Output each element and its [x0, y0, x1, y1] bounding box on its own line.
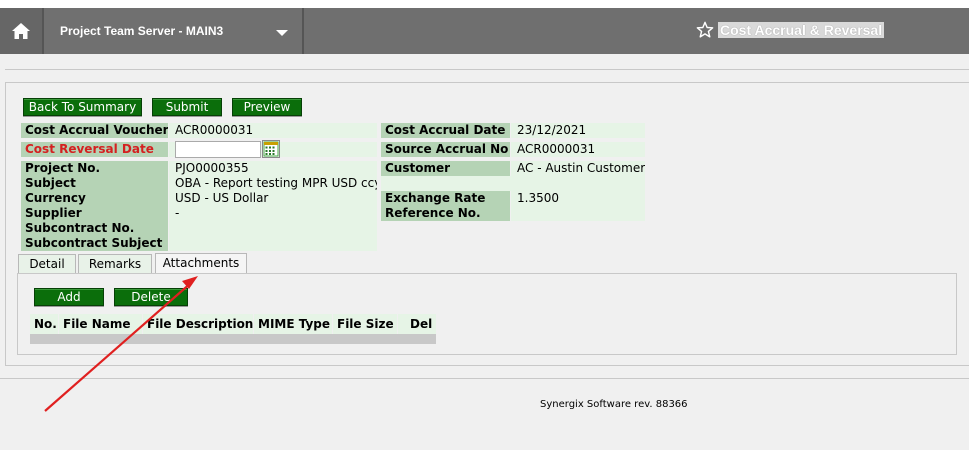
subcontract-no-value [169, 221, 377, 236]
exchange-rate-value: 1.3500 [511, 191, 645, 206]
top-strip [0, 0, 969, 8]
back-to-summary-button[interactable]: Back To Summary [23, 98, 142, 116]
customer-value: AC - Austin Customer [511, 161, 645, 176]
reference-no-value [511, 206, 645, 221]
field-label: Subcontract Subject [21, 236, 168, 251]
column-header-no[interactable]: No. [30, 314, 58, 334]
home-button[interactable] [0, 8, 42, 54]
source-accrual-value: ACR0000031 [511, 142, 645, 157]
divider [5, 69, 969, 70]
calendar-icon[interactable] [262, 140, 280, 158]
subject-value: OBA - Report testing MPR USD ccy [169, 176, 377, 191]
home-icon [12, 23, 30, 39]
column-header-mime-type[interactable]: MIME Type [254, 314, 332, 334]
column-header-file-name[interactable]: File Name [59, 314, 142, 334]
server-name: Project Team Server - MAIN3 [60, 24, 224, 38]
chevron-down-icon [276, 30, 288, 36]
tab-detail[interactable]: Detail [18, 254, 76, 273]
column-header-file-size[interactable]: File Size [333, 314, 397, 334]
tab-remarks[interactable]: Remarks [78, 254, 152, 273]
reversal-date-input[interactable] [175, 141, 261, 158]
field-label: Reference No. [381, 206, 510, 221]
server-selector[interactable]: Project Team Server - MAIN3 [44, 8, 302, 54]
subcontract-subject-value [169, 236, 377, 251]
field-label: Exchange Rate [381, 191, 510, 206]
footer-version: Synergix Software rev. 88366 [540, 399, 688, 410]
preview-button[interactable]: Preview [232, 98, 302, 116]
footer-divider [0, 378, 969, 379]
currency-value: USD - US Dollar [169, 191, 377, 206]
supplier-value: - [169, 206, 377, 221]
accrual-date-value: 23/12/2021 [511, 123, 645, 138]
app-header: Project Team Server - MAIN3 Cost Accrual… [0, 8, 969, 54]
add-button[interactable]: Add [34, 288, 104, 306]
field-label: Subject [21, 176, 168, 191]
tab-attachments[interactable]: Attachments [155, 253, 247, 273]
column-header-file-description[interactable]: File Description [143, 314, 253, 334]
column-header-del[interactable]: Del [398, 314, 436, 334]
field-label: Customer [381, 161, 510, 176]
field-label: Project No. [21, 161, 168, 176]
field-label-required: Cost Reversal Date [21, 142, 168, 157]
field-label: Currency [21, 191, 168, 206]
project-no-value: PJO0000355 [169, 161, 377, 176]
grid-footer-bar [30, 334, 436, 344]
delete-button[interactable]: Delete [114, 288, 188, 306]
field-label: Supplier [21, 206, 168, 221]
blank-row [381, 176, 645, 191]
field-label: Cost Accrual Date [381, 123, 510, 138]
field-label: Source Accrual No [381, 142, 510, 157]
header-divider [302, 8, 304, 54]
star-icon[interactable] [696, 21, 714, 39]
field-label: Cost Accrual Voucher [21, 123, 168, 138]
voucher-value: ACR0000031 [169, 123, 377, 138]
submit-button[interactable]: Submit [152, 98, 222, 116]
field-label: Subcontract No. [21, 221, 168, 236]
page-title-area: Cost Accrual & Reversal [696, 21, 885, 39]
page-title: Cost Accrual & Reversal [718, 22, 885, 38]
